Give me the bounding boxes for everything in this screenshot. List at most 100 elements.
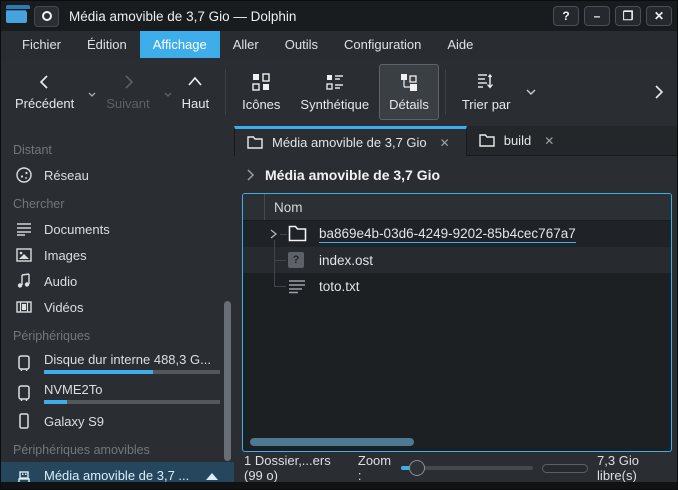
text-file-icon <box>288 279 306 294</box>
menu-configuration[interactable]: Configuration <box>331 31 434 58</box>
window-frame-bottom <box>1 482 677 489</box>
breadcrumb-location[interactable]: Média amovible de 3,7 Gio <box>265 167 440 183</box>
chevron-right-icon[interactable] <box>246 169 255 181</box>
sidebar-item-videos[interactable]: Vidéos <box>1 294 234 320</box>
tab-build[interactable]: build ✕ <box>467 126 567 156</box>
free-space-bar <box>542 464 588 473</box>
disk-usage-bar <box>44 400 220 404</box>
section-header-amovibles: Périphériques amovibles <box>1 434 234 462</box>
tree-guide-stub <box>280 234 287 235</box>
menu-outils[interactable]: Outils <box>272 31 331 58</box>
folder-icon <box>288 225 307 242</box>
sidebar-item-label: Galaxy S9 <box>44 414 104 429</box>
device-icon <box>42 11 52 21</box>
menu-aller[interactable]: Aller <box>220 31 272 58</box>
tab-close-icon[interactable]: ✕ <box>440 136 450 150</box>
tab-close-icon[interactable]: ✕ <box>544 134 554 148</box>
sidebar-item-nvme2to[interactable]: NVME2To <box>1 378 234 408</box>
sidebar-item-reseau[interactable]: Réseau <box>1 162 234 188</box>
file-row-folder[interactable]: ba869e4b-03d6-4249-9202-85b4cec767a7 <box>243 221 671 247</box>
sort-dropdown-icon[interactable] <box>526 89 536 95</box>
sidebar-item-label: Média amovible de 3,7 ... <box>44 468 193 482</box>
back-button[interactable]: Précédent <box>5 65 84 119</box>
unknown-file-icon: ? <box>288 251 304 268</box>
folder-icon <box>247 136 263 149</box>
tab-media-amovible[interactable]: Média amovible de 3,7 Gio ✕ <box>234 126 467 156</box>
menu-edition[interactable]: Édition <box>74 31 140 58</box>
sidebar-scrollbar[interactable] <box>224 301 231 461</box>
forward-icon <box>119 73 137 91</box>
sidebar-item-images[interactable]: Images <box>1 242 234 268</box>
tab-bar-empty <box>566 126 677 156</box>
disk-usage-bar <box>44 370 220 374</box>
file-name: ba869e4b-03d6-4249-9202-85b4cec767a7 <box>319 226 576 243</box>
icons-view-button[interactable]: Icônes <box>232 64 290 120</box>
section-header-peripheriques: Périphériques <box>1 320 234 348</box>
up-button[interactable]: Haut <box>172 65 219 119</box>
sidebar-item-audio[interactable]: Audio <box>1 268 234 294</box>
folder-icon <box>479 134 495 147</box>
video-icon <box>14 298 33 316</box>
compact-view-icon <box>325 72 345 92</box>
sidebar-item-label: NVME2To <box>44 382 220 397</box>
expander-column <box>243 194 265 220</box>
tab-label: build <box>504 133 531 148</box>
sidebar-item-label: Vidéos <box>44 300 84 315</box>
minimize-button[interactable]: – <box>584 6 610 26</box>
close-button[interactable]: ✕ <box>646 6 672 26</box>
network-icon <box>14 166 33 184</box>
zoom-slider-handle[interactable] <box>409 460 425 476</box>
menu-fichier[interactable]: Fichier <box>9 31 74 58</box>
back-icon <box>36 73 54 91</box>
sidebar-item-label: Documents <box>44 222 110 237</box>
expander-icon[interactable] <box>268 229 278 239</box>
toolbar-separator <box>225 69 226 115</box>
window-title: Média amovible de 3,7 Gio — Dolphin <box>69 9 296 24</box>
sidebar-item-disque-interne[interactable]: Disque dur interne 488,3 G... <box>1 348 234 378</box>
status-summary: 1 Dossier,...ers (99 o) <box>244 453 349 483</box>
file-name: toto.txt <box>319 279 360 294</box>
file-row-index-ost[interactable]: ? index.ost <box>243 247 671 273</box>
zoom-label: Zoom : <box>358 453 392 483</box>
back-dropdown-icon[interactable] <box>88 92 96 97</box>
menubar: Fichier Édition Affichage Aller Outils C… <box>1 31 677 58</box>
details-view-button[interactable]: Détails <box>379 64 439 120</box>
forward-button: Suivant <box>96 65 159 119</box>
sidebar-item-documents[interactable]: Documents <box>1 216 234 242</box>
details-view-icon <box>399 72 419 92</box>
sidebar-item-media-amovible[interactable]: Média amovible de 3,7 ... <box>1 462 234 482</box>
sidebar-item-label: Images <box>44 248 87 263</box>
free-space-label: 7,3 Gio libre(s) <box>597 453 669 483</box>
toolbar-separator <box>445 69 446 115</box>
menu-aide[interactable]: Aide <box>434 31 486 58</box>
toolbar: Précédent Suivant Haut <box>1 58 677 126</box>
horizontal-scrollbar[interactable] <box>250 438 414 446</box>
document-icon <box>14 220 33 238</box>
sort-by-button[interactable]: Trier par <box>452 64 521 120</box>
help-button[interactable]: ? <box>553 6 579 26</box>
column-header-nom[interactable]: Nom <box>265 194 303 220</box>
sort-icon <box>476 72 496 92</box>
window-menu-button[interactable] <box>34 6 59 27</box>
menu-affichage[interactable]: Affichage <box>140 31 220 58</box>
maximize-button[interactable]: ❐ <box>615 6 641 26</box>
toolbar-overflow-icon[interactable] <box>653 84 665 100</box>
breadcrumb: Média amovible de 3,7 Gio <box>234 156 677 193</box>
sidebar-item-galaxy-s9[interactable]: Galaxy S9 <box>1 408 234 434</box>
compact-view-button[interactable]: Synthétique <box>290 64 379 120</box>
zoom-slider[interactable] <box>401 459 533 477</box>
file-view: Nom ba869e4b-03d6-424 <box>242 193 672 452</box>
tab-label: Média amovible de 3,7 Gio <box>272 135 427 150</box>
dolphin-window: Média amovible de 3,7 Gio — Dolphin ? – … <box>0 0 678 490</box>
status-bar: 1 Dossier,...ers (99 o) Zoom : 7,3 Gio l… <box>234 454 677 482</box>
icons-view-icon <box>251 72 271 92</box>
tree-guide-vline <box>274 240 275 286</box>
file-name: index.ost <box>319 253 373 268</box>
file-row-toto-txt[interactable]: toto.txt <box>243 273 671 299</box>
tree-guide-stub <box>274 260 286 261</box>
phone-icon <box>14 412 33 430</box>
harddisk-icon <box>14 384 33 402</box>
sidebar-item-label: Disque dur interne 488,3 G... <box>44 352 220 367</box>
eject-icon[interactable] <box>204 472 220 482</box>
tab-bar: Média amovible de 3,7 Gio ✕ build ✕ <box>234 126 677 156</box>
